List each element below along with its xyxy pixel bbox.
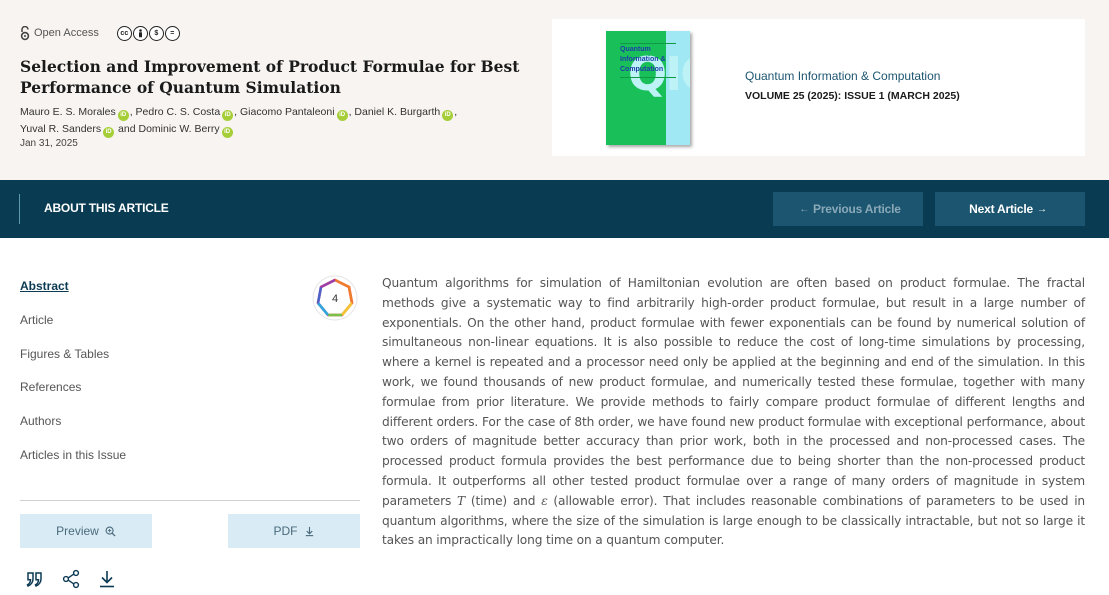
abstract-text: Quantum algorithms for simulation of Ham… xyxy=(382,274,1085,551)
previous-article-label: Previous Article xyxy=(813,202,901,216)
abstract-part-2: (time) and xyxy=(465,493,542,508)
preview-label: Preview xyxy=(56,524,99,538)
sidebar-item-figures-tables[interactable]: Figures & Tables xyxy=(20,347,109,361)
share-icon[interactable] xyxy=(61,569,81,589)
arrow-left-icon: ← xyxy=(799,203,810,215)
next-article-button[interactable]: Next Article → xyxy=(935,192,1085,226)
nav-divider xyxy=(19,194,20,224)
symbol-time: T xyxy=(457,493,466,508)
dimensions-badge[interactable]: 4 xyxy=(312,275,358,321)
author-name[interactable]: Dominic W. Berry xyxy=(139,123,220,135)
orcid-icon[interactable]: iD xyxy=(442,110,454,121)
pdf-button[interactable]: PDF xyxy=(228,514,360,548)
open-access-row: Open Access cc $ = xyxy=(20,25,180,41)
dimensions-badge-count: 4 xyxy=(332,293,338,305)
cover-rule xyxy=(620,77,676,78)
orcid-icon[interactable]: iD xyxy=(103,127,115,138)
orcid-icon[interactable]: iD xyxy=(117,110,129,121)
publication-date: Jan 31, 2025 xyxy=(20,138,78,149)
sidebar-item-references[interactable]: References xyxy=(20,380,81,394)
zoom-in-icon xyxy=(105,526,116,537)
open-access-label: Open Access xyxy=(34,27,99,39)
article-navbar: ABOUT THIS ARTICLE ← Previous Article Ne… xyxy=(0,180,1109,238)
journal-issue[interactable]: VOLUME 25 (2025): ISSUE 1 (MARCH 2025) xyxy=(745,90,960,102)
author-name[interactable]: Mauro E. S. Morales xyxy=(20,106,116,118)
article-header: Open Access cc $ = Selection and Improve… xyxy=(0,0,1109,180)
pdf-label: PDF xyxy=(273,524,298,538)
journal-cover-image[interactable]: QIC Quantum Information & Computation xyxy=(606,31,690,145)
nd-icon: = xyxy=(164,25,180,41)
orcid-icon[interactable]: iD xyxy=(222,110,234,121)
sidebar-item-abstract[interactable]: Abstract xyxy=(20,279,69,293)
cc-icon: cc xyxy=(116,25,132,41)
author-name[interactable]: Daniel K. Burgarth xyxy=(354,106,440,118)
download-icon[interactable] xyxy=(97,569,117,589)
nc-icon: $ xyxy=(148,25,164,41)
cover-rule xyxy=(620,43,676,44)
journal-card[interactable]: QIC Quantum Information & Computation Qu… xyxy=(552,19,1085,156)
cite-icon[interactable] xyxy=(25,569,45,589)
sidebar-item-authors[interactable]: Authors xyxy=(20,414,61,428)
sidebar-divider xyxy=(20,500,360,501)
orcid-icon[interactable]: iD xyxy=(336,110,348,121)
next-article-label: Next Article xyxy=(969,202,1034,216)
author-name[interactable]: Pedro C. S. Costa xyxy=(136,106,221,118)
previous-article-button[interactable]: ← Previous Article xyxy=(773,192,923,226)
sidebar-item-articles-in-issue[interactable]: Articles in this Issue xyxy=(20,448,126,462)
author-separator: and xyxy=(115,123,139,135)
article-title: Selection and Improvement of Product For… xyxy=(20,57,520,97)
nav-title: ABOUT THIS ARTICLE xyxy=(44,201,169,215)
preview-button[interactable]: Preview xyxy=(20,514,152,548)
author-list: Mauro E. S. Morales iD, Pedro C. S. Costa… xyxy=(20,104,490,138)
arrow-right-icon: → xyxy=(1037,203,1047,215)
abstract-part-1: Quantum algorithms for simulation of Ham… xyxy=(382,276,1085,508)
author-name[interactable]: Giacomo Pantaleoni xyxy=(240,106,335,118)
by-icon xyxy=(132,25,148,41)
cover-text: Quantum Information & Computation xyxy=(620,46,666,73)
download-arrow-icon xyxy=(305,526,313,536)
sidebar-item-article[interactable]: Article xyxy=(20,313,53,327)
journal-name[interactable]: Quantum Information & Computation xyxy=(745,69,940,83)
orcid-icon[interactable]: iD xyxy=(221,127,233,138)
author-name[interactable]: Yuval R. Sanders xyxy=(20,123,101,135)
open-access-icon xyxy=(20,25,30,40)
license-icons[interactable]: cc $ = xyxy=(116,25,180,41)
author-separator: , xyxy=(454,106,458,118)
